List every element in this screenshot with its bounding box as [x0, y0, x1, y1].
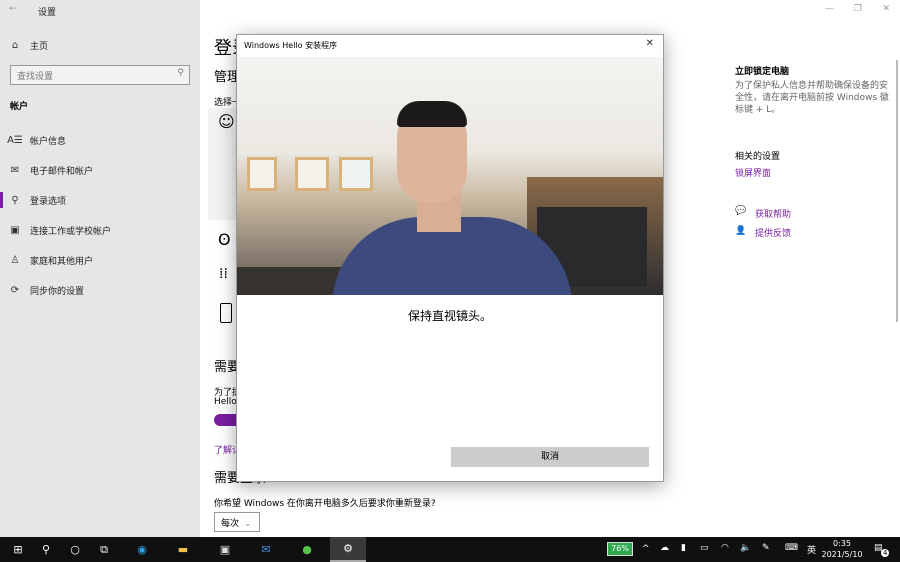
settings-sidebar: ← 设置 ⌂ 主页 查找设置 ⚲ 帐户 A☰ 帐户信息 ✉ 电子邮件和帐户 ⚲ 登录选项…: [0, 0, 200, 537]
settings-taskbar-icon[interactable]: ⚙: [330, 537, 366, 562]
lockscreen-link[interactable]: 锁屏界面: [735, 166, 771, 179]
dropdown-value: 每次: [221, 519, 240, 529]
ime-indicator[interactable]: 英: [807, 543, 816, 556]
label: 家庭和其他用户: [30, 256, 94, 267]
pen-icon[interactable]: ✎: [762, 543, 770, 553]
back-button[interactable]: ←: [9, 4, 17, 14]
minimize-button[interactable]: —: [825, 4, 834, 14]
person-icon: ♙: [10, 254, 20, 266]
lock-title: 立即锁定电脑: [735, 67, 790, 77]
wifi-icon[interactable]: ◠: [721, 543, 729, 553]
label: 电子邮件和帐户: [30, 166, 94, 177]
taskbar: ⊞ ⚲ ○ ⧉ ◉ ▬ ▣ ✉ ● ⚙ 76% ^ ☁ ▮ ▭ ◠ 🔈 ✎ ⌨ …: [0, 537, 900, 562]
cancel-button[interactable]: 取消: [451, 447, 649, 467]
battery-icon[interactable]: ▭: [700, 543, 709, 553]
onedrive-icon[interactable]: ☁: [660, 543, 669, 553]
sidebar-home[interactable]: ⌂ 主页: [0, 34, 200, 56]
feedback-icon: 👤: [735, 226, 747, 236]
battery-indicator[interactable]: 76%: [607, 542, 633, 556]
edge-icon[interactable]: ◉: [124, 537, 160, 562]
fingerprint-icon[interactable]: ʘ: [218, 230, 231, 249]
pin-icon[interactable]: ⁞⁞: [219, 266, 228, 282]
file-explorer-icon[interactable]: ▬: [165, 537, 201, 562]
sync-icon: ⟳: [10, 284, 20, 296]
dialog-close-button[interactable]: ✕: [646, 38, 654, 49]
label: 帐户信息: [30, 136, 67, 147]
volume-icon[interactable]: 🔈: [740, 543, 751, 553]
sidebar-item-account-info[interactable]: A☰ 帐户信息: [0, 129, 200, 151]
require-text: Hello: [214, 397, 237, 407]
show-hidden-icons[interactable]: ^: [642, 544, 650, 554]
close-button[interactable]: ✕: [882, 4, 890, 14]
sidebar-item-family[interactable]: ♙ 家庭和其他用户: [0, 249, 200, 271]
relogin-dropdown[interactable]: 每次 ⌄: [214, 512, 260, 532]
key-icon: ⚲: [11, 194, 19, 206]
notification-badge: 4: [881, 549, 890, 557]
get-help-link[interactable]: 获取帮助: [755, 207, 791, 220]
clock-date[interactable]: 2021/5/10: [820, 550, 864, 559]
mail-icon[interactable]: ✉: [248, 537, 284, 562]
home-icon: ⌂: [11, 39, 19, 51]
search-placeholder: 查找设置: [17, 72, 54, 82]
instruction-text: 保持直视镜头。: [407, 309, 492, 323]
sidebar-item-signin-options[interactable]: ⚲ 登录选项: [0, 189, 200, 211]
label: 同步你的设置: [30, 286, 85, 297]
sidebar-item-sync[interactable]: ⟳ 同步你的设置: [0, 279, 200, 301]
sidebar-item-work[interactable]: ▣ 连接工作或学校帐户: [0, 219, 200, 241]
selection-indicator: [0, 192, 3, 208]
search-input[interactable]: 查找设置 ⚲: [10, 65, 190, 85]
section-heading: 帐户: [10, 102, 29, 112]
label: 连接工作或学校帐户: [30, 226, 112, 237]
wechat-icon[interactable]: ●: [289, 537, 325, 562]
help-icon: 💬: [735, 206, 747, 216]
face-icon: ☺: [218, 112, 235, 131]
briefcase-icon: ▣: [10, 224, 20, 236]
question-label: 你希望 Windows 在你离开电脑多久后要求你重新登录?: [214, 499, 436, 509]
keyboard-icon[interactable]: ⌨: [785, 543, 798, 553]
restore-button[interactable]: ❐: [854, 4, 862, 14]
camera-preview: [237, 57, 663, 295]
sidebar-item-email[interactable]: ✉ 电子邮件和帐户: [0, 159, 200, 181]
windows-hello-dialog: Windows Hello 安装程序 ✕ 保持直视镜头。 取消: [236, 34, 664, 482]
search-icon: ⚲: [177, 68, 184, 78]
mail-icon: ✉: [10, 164, 20, 176]
label: 登录选项: [30, 196, 67, 207]
security-key-icon[interactable]: [220, 303, 232, 323]
store-icon[interactable]: ▣: [207, 537, 243, 562]
lock-text: 为了保护私人信息并帮助确保设备的安全性，请在离开电脑前按 Windows 徽标键…: [735, 81, 889, 115]
scrollbar[interactable]: [896, 60, 898, 322]
related-heading: 相关的设置: [735, 152, 781, 162]
chevron-down-icon: ⌄: [244, 519, 252, 529]
account-info-icon: A☰: [7, 134, 23, 146]
home-label: 主页: [30, 41, 49, 52]
task-view-icon[interactable]: ⧉: [86, 537, 122, 562]
feedback-link[interactable]: 提供反馈: [755, 226, 791, 239]
dialog-title: Windows Hello 安装程序: [244, 41, 338, 50]
usb-icon[interactable]: ▮: [681, 543, 686, 553]
window-title: 设置: [38, 8, 57, 18]
clock-time[interactable]: 0:35: [822, 539, 862, 548]
